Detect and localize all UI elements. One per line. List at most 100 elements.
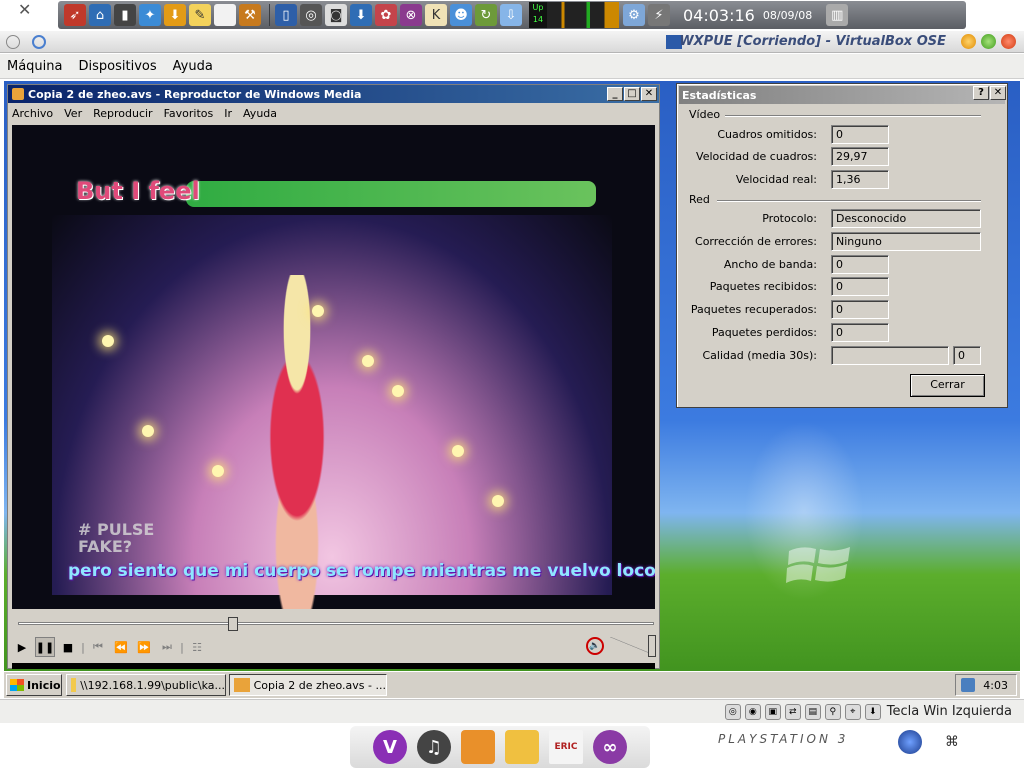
stage-light <box>142 425 154 437</box>
play-icon[interactable]: ▶ <box>12 637 32 657</box>
maximize-button[interactable]: □ <box>624 87 640 101</box>
pause-icon[interactable]: ❚❚ <box>35 637 55 657</box>
menu-favoritos[interactable]: Favoritos <box>164 107 214 120</box>
menu-archivo[interactable]: Archivo <box>12 107 53 120</box>
home-icon[interactable]: ⌂ <box>89 4 111 26</box>
close-icon[interactable]: ✕ <box>18 2 32 18</box>
network-icon[interactable]: ⇄ <box>784 703 801 720</box>
start-button[interactable]: Inicio <box>6 674 62 696</box>
blank-icon[interactable] <box>214 4 236 26</box>
butterfly-icon[interactable] <box>505 730 539 764</box>
media-player-icon <box>234 678 250 692</box>
disc-icon[interactable]: ◎ <box>300 4 322 26</box>
stat-label: Paquetes recuperados: <box>690 303 817 316</box>
target-icon[interactable]: ⊗ <box>400 4 422 26</box>
sticky-icon[interactable] <box>32 35 46 49</box>
swirl-icon[interactable]: ↻ <box>475 4 497 26</box>
gear-icon[interactable]: ⚙ <box>623 4 645 26</box>
drive-icon[interactable]: ▯ <box>275 4 297 26</box>
task-label: Copia 2 de zheo.avs - ... <box>253 678 386 692</box>
stat-value: 0 <box>831 277 889 296</box>
playstation-icon[interactable]: ⌘ <box>940 730 964 754</box>
cerrar-button[interactable]: Cerrar <box>910 374 985 397</box>
menu-ayuda[interactable]: Ayuda <box>243 107 277 120</box>
stat-value: 0 <box>831 323 889 342</box>
menu-ayuda[interactable]: Ayuda <box>173 59 213 74</box>
next-icon[interactable]: ⏭ <box>157 637 177 657</box>
floppy-icon[interactable]: ▣ <box>764 703 781 720</box>
close-button[interactable]: ✕ <box>990 86 1006 100</box>
notes-icon[interactable]: ✎ <box>189 4 211 26</box>
close-button[interactable]: ✕ <box>641 87 657 101</box>
camera-icon[interactable]: ◙ <box>325 4 347 26</box>
menu-ver[interactable]: Ver <box>64 107 82 120</box>
cdrom-icon[interactable]: ◉ <box>744 703 761 720</box>
video-area[interactable]: But I feel # PULSE FAKE? pero siento que… <box>12 125 655 609</box>
menu-dispositivos[interactable]: Dispositivos <box>79 59 157 74</box>
help-button[interactable]: ? <box>973 86 989 100</box>
task-label: \\192.168.1.99\public\ka... <box>80 678 225 692</box>
media-player-icon <box>12 88 24 100</box>
network-tray-icon[interactable] <box>961 678 976 692</box>
lastfm-icon[interactable]: ∞ <box>593 730 627 764</box>
wmp-status-strip <box>12 663 655 669</box>
playlist-icon[interactable]: ☷ <box>187 637 207 657</box>
arrow-down-icon[interactable]: ⬇ <box>350 4 372 26</box>
taskbar-item-media-player[interactable]: Copia 2 de zheo.avs - ... <box>229 674 387 696</box>
video-group-label: Vídeo <box>689 108 721 121</box>
mute-icon[interactable]: 🔈 <box>586 637 604 655</box>
media-player-window[interactable]: Copia 2 de zheo.avs - Reproductor de Win… <box>7 84 660 669</box>
previous-icon[interactable]: ⏮ <box>88 637 108 657</box>
panel-clock[interactable]: 04:03:16 <box>683 6 755 25</box>
window-menu-icon[interactable] <box>6 35 20 49</box>
terminal-icon[interactable]: ▮ <box>114 4 136 26</box>
minimize-button[interactable]: _ <box>607 87 623 101</box>
mouse-integration-icon[interactable]: ⌖ <box>844 703 861 720</box>
stats-titlebar[interactable]: Estadísticas ? ✕ <box>679 86 1006 104</box>
wmp-titlebar[interactable]: Copia 2 de zheo.avs - Reproductor de Win… <box>8 85 659 103</box>
minimize-button[interactable] <box>961 34 976 49</box>
menu-ir[interactable]: Ir <box>224 107 232 120</box>
tray-download-icon[interactable]: ⇩ <box>500 4 522 26</box>
shared-folders-icon[interactable]: ▤ <box>804 703 821 720</box>
statistics-dialog[interactable]: Estadísticas ? ✕ Vídeo Cuadros omitidos:… <box>676 83 1008 408</box>
flower-icon[interactable]: ✿ <box>375 4 397 26</box>
stats-title: Estadísticas <box>682 88 757 102</box>
start-label: Inicio <box>27 678 61 692</box>
globe-icon[interactable] <box>898 730 922 754</box>
tray-clock[interactable]: 4:03 <box>983 679 1008 692</box>
fast-forward-icon[interactable]: ⏩ <box>134 637 154 657</box>
vlc-icon[interactable]: V <box>373 730 407 764</box>
wrench-icon[interactable]: ⚒ <box>239 4 261 26</box>
vbox-titlebar[interactable]: WXPUE [Corriendo] - VirtualBox OSE <box>0 31 1024 53</box>
maximize-button[interactable] <box>981 34 996 49</box>
usb-icon[interactable]: ⚲ <box>824 703 841 720</box>
folder-icon[interactable] <box>461 730 495 764</box>
seek-thumb[interactable] <box>228 617 238 631</box>
k-icon[interactable]: K <box>425 4 447 26</box>
video-performer <box>232 275 362 609</box>
playback-controls: ▶ ❚❚ ■ | ⏮ ⏪ ⏩ ⏭ | ☷ 🔈 <box>12 635 657 659</box>
plug-icon[interactable]: ⚡ <box>648 4 670 26</box>
close-window-button[interactable] <box>1001 34 1016 49</box>
sparkle-icon[interactable]: ✦ <box>139 4 161 26</box>
group-divider <box>725 115 981 117</box>
stop-icon[interactable]: ■ <box>58 637 78 657</box>
rewind-icon[interactable]: ⏪ <box>111 637 131 657</box>
seek-bar[interactable] <box>18 617 654 631</box>
host-key-icon[interactable]: ⬇ <box>864 703 881 720</box>
panel-date: 08/09/08 <box>762 8 813 22</box>
volume-thumb[interactable] <box>648 635 656 657</box>
harddisk-icon[interactable]: ◎ <box>724 703 741 720</box>
menu-maquina[interactable]: Máquina <box>7 59 63 74</box>
guest-screen[interactable]: Copia 2 de zheo.avs - Reproductor de Win… <box>4 81 1020 698</box>
download-icon[interactable]: ⬇ <box>164 4 186 26</box>
trash-icon[interactable]: ▥ <box>826 4 849 26</box>
dock-apps: V ♫ ERIC ∞ <box>350 726 650 768</box>
music-icon[interactable]: ♫ <box>417 730 451 764</box>
menu-reproducir[interactable]: Reproducir <box>93 107 153 120</box>
eric-icon[interactable]: ERIC <box>549 730 583 764</box>
rocket-icon[interactable]: ➶ <box>64 4 86 26</box>
taskbar-item-folder[interactable]: \\192.168.1.99\public\ka... <box>66 674 226 696</box>
user-icon[interactable]: ☻ <box>450 4 472 26</box>
